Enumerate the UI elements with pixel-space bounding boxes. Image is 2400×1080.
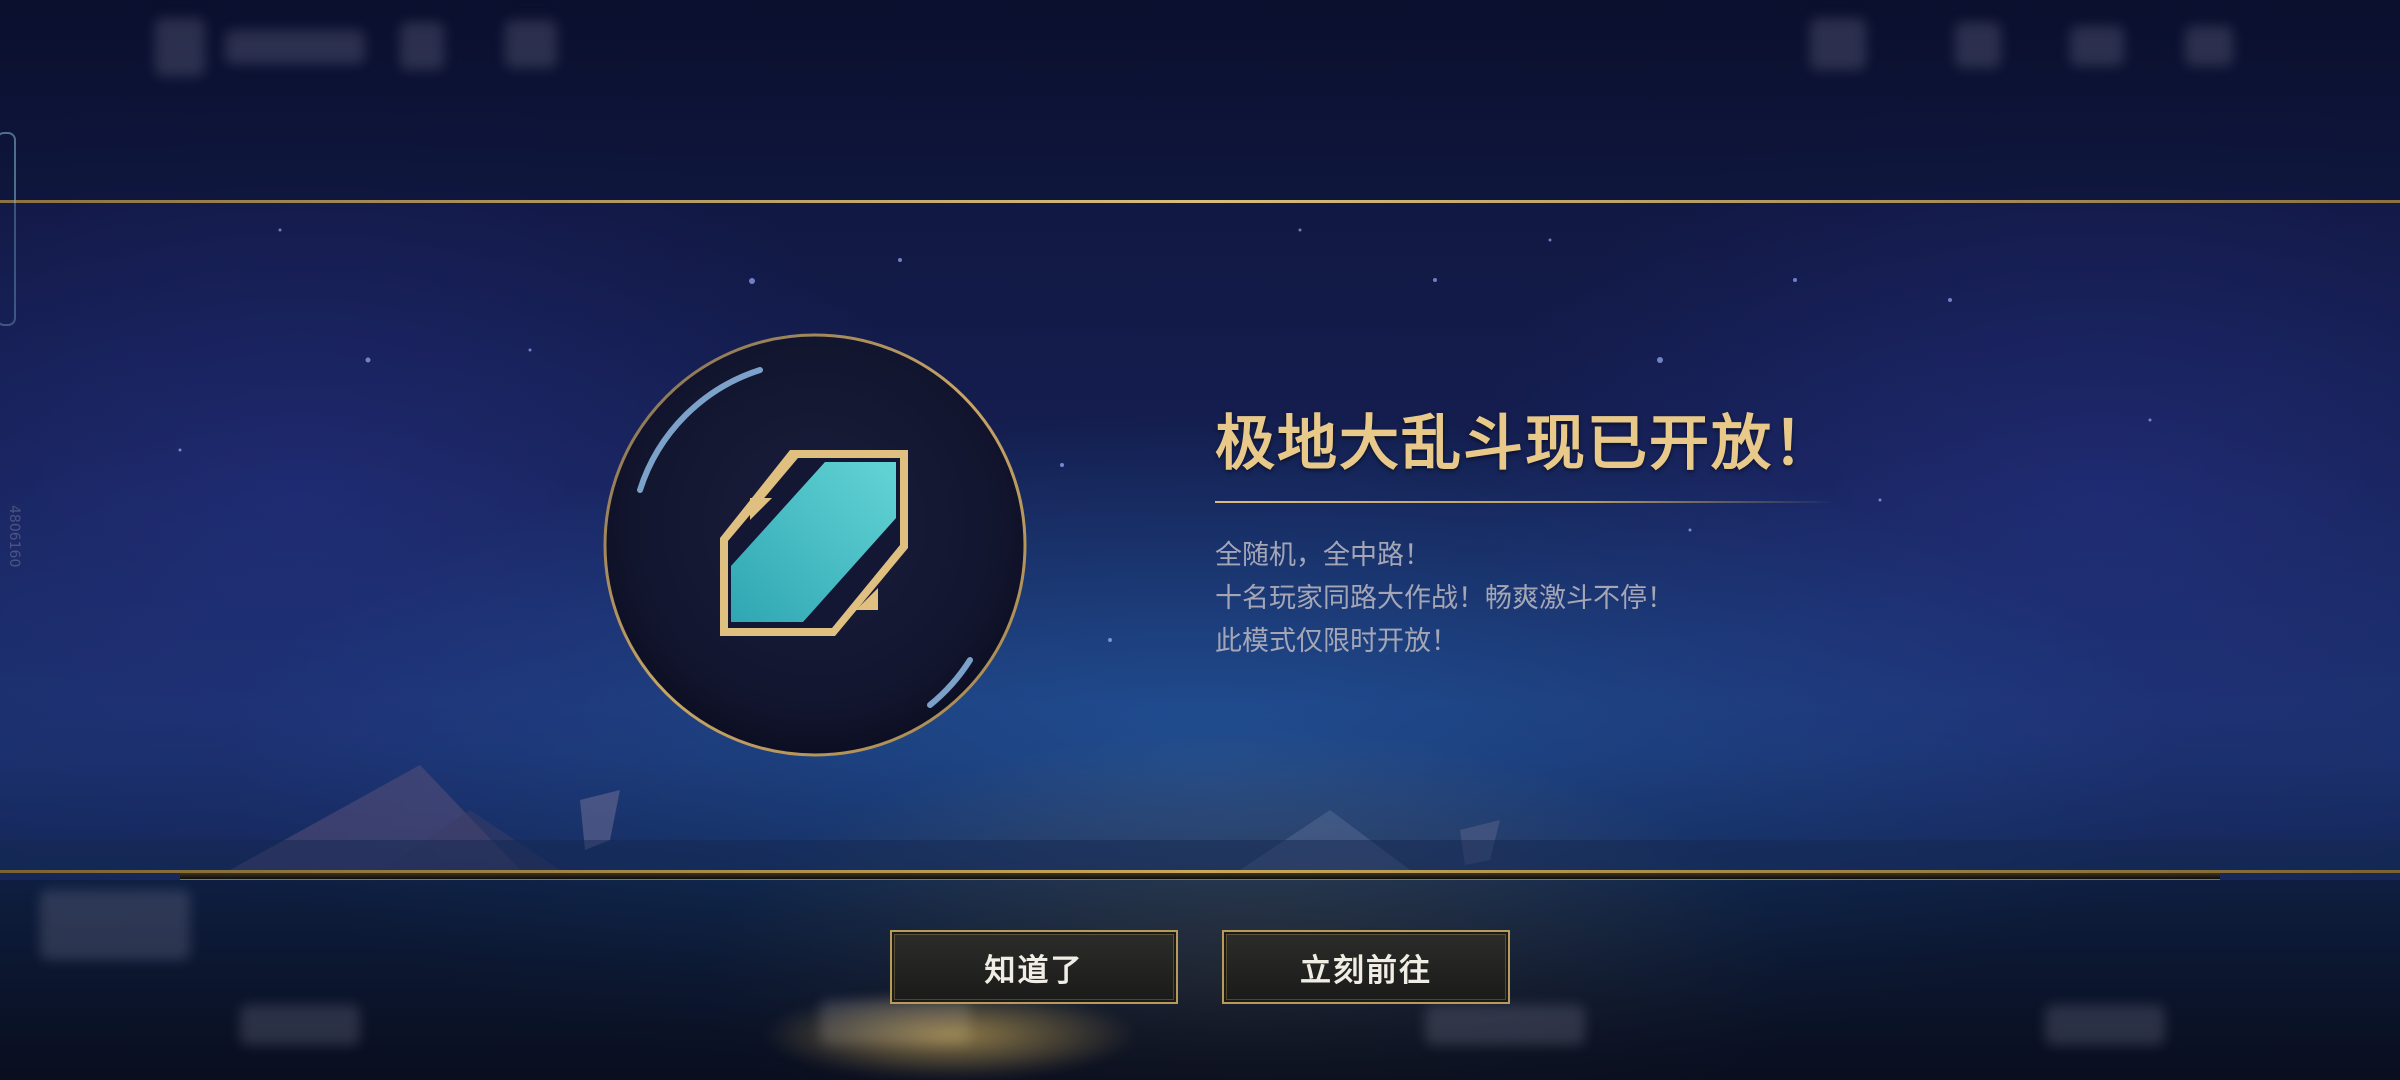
home-icon-blurred[interactable] (505, 20, 557, 68)
top-right-icon-4-blurred[interactable] (2185, 26, 2233, 66)
bottom-nav-item-3[interactable] (1425, 1005, 1585, 1045)
top-right-icon-1-blurred[interactable] (1810, 18, 1866, 70)
mode-emblem (603, 333, 1027, 757)
description-line: 十名玩家同路大作战！畅爽激斗不停！ (1215, 583, 1674, 614)
top-right-icon-3-blurred[interactable] (2070, 26, 2124, 66)
go-now-button[interactable]: 立刻前往 (1222, 930, 1510, 1004)
top-icon-1-blurred[interactable] (400, 22, 444, 70)
back-button-blurred[interactable] (155, 18, 205, 76)
description-line: 此模式仅限时开放！ (1215, 626, 1458, 657)
panel-bottom-trim (180, 873, 2220, 880)
bottom-nav-blurred (0, 880, 2400, 1080)
announcement-title: 极地大乱斗现已开放！ (1215, 409, 1835, 479)
mountain-silhouettes (0, 765, 2400, 870)
title-divider (1215, 501, 1835, 503)
bottom-left-tile[interactable] (40, 890, 190, 960)
page-title-blurred (225, 30, 365, 64)
top-right-icon-2-blurred[interactable] (1955, 22, 2001, 68)
bottom-nav-item-1[interactable] (240, 1005, 360, 1045)
announcement-description: 全随机，全中路！ 十名玩家同路大作战！畅爽激斗不停！ 此模式仅限时开放！ (1215, 534, 1674, 663)
bottom-nav-item-4[interactable] (2045, 1005, 2165, 1045)
dismiss-button[interactable]: 知道了 (890, 930, 1178, 1004)
description-line: 全随机，全中路！ (1215, 540, 1431, 571)
top-hud (0, 0, 2400, 200)
